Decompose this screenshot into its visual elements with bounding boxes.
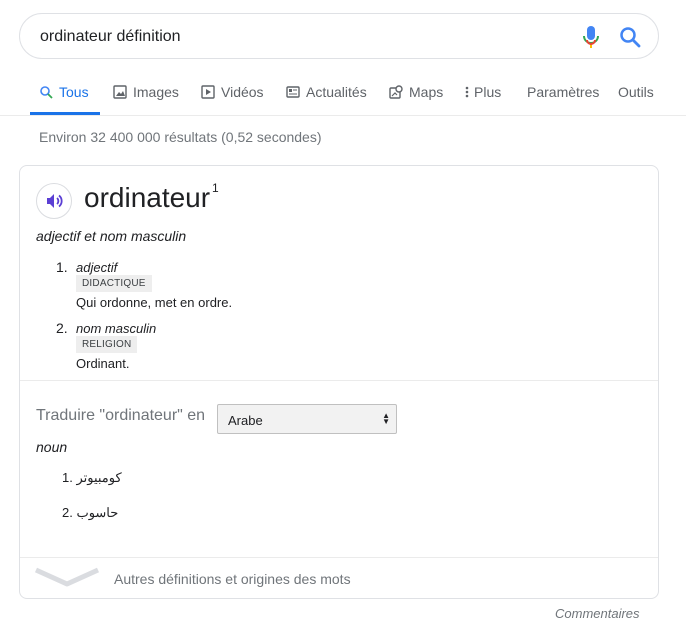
- search-icon[interactable]: [618, 25, 642, 49]
- translate-label: Traduire "ordinateur" en: [36, 407, 206, 424]
- select-arrows-icon: ▲ ▼: [382, 411, 390, 426]
- more-vert-icon: [465, 86, 469, 98]
- definition-type: adjectif: [76, 260, 118, 275]
- tab-videos[interactable]: Vidéos: [201, 84, 264, 100]
- definition-number: 1.: [56, 259, 68, 275]
- feedback-link[interactable]: Commentaires: [555, 606, 640, 621]
- search-tabs: Tous Images Vidéos Actualités Maps Plus …: [0, 70, 686, 116]
- translation-pos: noun: [36, 439, 68, 455]
- dictionary-word: ordinateur: [84, 182, 211, 213]
- map-icon: [389, 85, 403, 99]
- result-stats: Environ 32 400 000 résultats (0,52 secon…: [39, 129, 322, 145]
- tab-settings[interactable]: Paramètres: [527, 84, 599, 100]
- tab-label: Tous: [59, 84, 89, 100]
- section-divider: [20, 557, 658, 558]
- definition-tag: DIDACTIQUE: [76, 275, 152, 292]
- more-definitions-link[interactable]: Autres définitions et origines des mots: [114, 571, 351, 587]
- part-of-speech: adjectif et nom masculin: [36, 228, 187, 244]
- definition-text: Ordinant.: [76, 356, 130, 371]
- active-tab-indicator: [30, 112, 100, 115]
- tab-label: Plus: [474, 84, 502, 100]
- language-value: Arabe: [228, 413, 263, 428]
- tab-all[interactable]: Tous: [39, 84, 89, 100]
- image-icon: [113, 85, 127, 99]
- definition-type: nom masculin: [76, 321, 157, 336]
- tab-label: Maps: [409, 84, 444, 100]
- microphone-icon[interactable]: [581, 25, 601, 49]
- definition-tag: RELIGION: [76, 336, 138, 353]
- tab-images[interactable]: Images: [113, 84, 179, 100]
- definition-number: 2.: [56, 320, 68, 336]
- dictionary-card: ordinateur 1 adjectif et nom masculin 1.…: [19, 165, 659, 599]
- tab-maps[interactable]: Maps: [389, 84, 443, 100]
- translation-item: كومبيوتر .1: [62, 470, 122, 485]
- news-icon: [286, 86, 300, 98]
- tab-label: Outils: [618, 84, 654, 100]
- tab-label: Images: [133, 84, 179, 100]
- language-select[interactable]: Arabe ▲ ▼: [217, 404, 397, 434]
- tab-label: Paramètres: [527, 84, 600, 100]
- chevron-down-icon[interactable]: [34, 566, 100, 590]
- pronunciation-button[interactable]: [36, 183, 72, 219]
- search-input[interactable]: ordinateur définition: [40, 28, 181, 46]
- word-superscript: 1: [212, 181, 219, 195]
- video-icon: [201, 85, 215, 99]
- section-divider: [20, 380, 658, 381]
- search-box[interactable]: ordinateur définition: [19, 13, 659, 59]
- speaker-icon: [47, 194, 63, 208]
- translation-item: حاسوب .2: [62, 505, 119, 520]
- tab-news[interactable]: Actualités: [286, 84, 367, 100]
- tab-label: Actualités: [306, 84, 367, 100]
- tab-more[interactable]: Plus: [464, 84, 501, 100]
- definition-text: Qui ordonne, met en ordre.: [76, 295, 233, 310]
- tab-label: Vidéos: [221, 84, 264, 100]
- tab-tools[interactable]: Outils: [618, 84, 654, 100]
- search-icon: [40, 86, 53, 99]
